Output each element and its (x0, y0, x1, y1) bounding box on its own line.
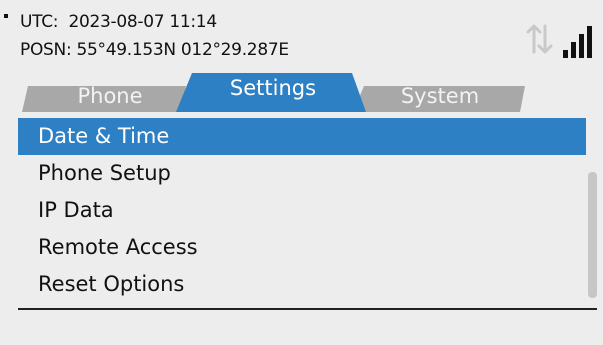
menu-item-reset-options[interactable]: Reset Options (18, 266, 586, 303)
tab-bar: Phone Settings System (0, 70, 603, 112)
connection-status (525, 22, 597, 62)
bottom-divider (18, 308, 597, 310)
position-readout: POSN: 55°49.153N 012°29.287E (20, 40, 289, 60)
posn-label: POSN: (20, 40, 72, 60)
indicator-dot (4, 14, 8, 18)
tab-system[interactable]: System (370, 84, 510, 108)
menu-item-remote-access[interactable]: Remote Access (18, 229, 586, 266)
signal-bars-icon (563, 26, 592, 58)
utc-label: UTC: (20, 12, 59, 32)
status-bar: UTC: 2023-08-07 11:14 POSN: 55°49.153N 0… (0, 0, 603, 70)
menu-item-date-time[interactable]: Date & Time (18, 118, 586, 155)
utc-readout: UTC: 2023-08-07 11:14 (20, 12, 217, 32)
menu-item-phone-setup[interactable]: Phone Setup (18, 155, 586, 192)
menu-item-ip-data[interactable]: IP Data (18, 192, 586, 229)
utc-value: 2023-08-07 11:14 (68, 12, 217, 32)
menu-scrollbar[interactable] (588, 172, 597, 298)
tab-settings[interactable]: Settings (200, 76, 346, 100)
up-down-arrows-icon (526, 24, 553, 54)
tab-phone[interactable]: Phone (60, 84, 160, 108)
posn-value: 55°49.153N 012°29.287E (76, 40, 289, 60)
settings-menu: Date & Time Phone Setup IP Data Remote A… (18, 118, 586, 303)
